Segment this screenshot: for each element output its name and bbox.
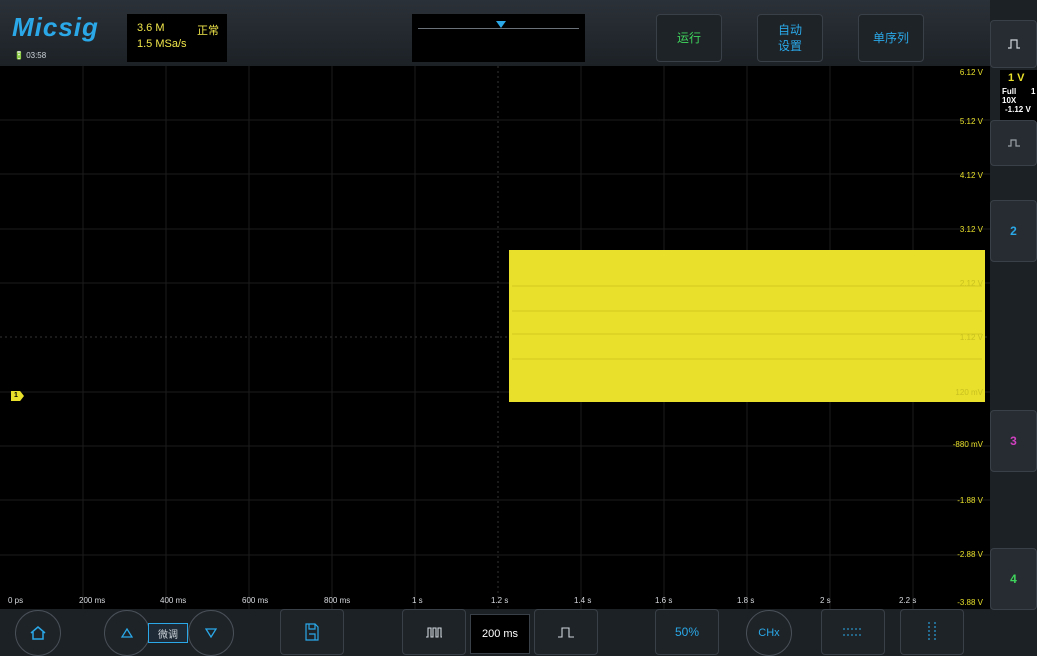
vlabel-8: -1.88 V <box>957 496 983 505</box>
timebase-value[interactable]: 200 ms <box>470 614 530 654</box>
ch4-label: 4 <box>1010 572 1017 586</box>
sample-rate: 1.5 MSa/s <box>137 38 187 50</box>
pulse-train-icon <box>426 627 442 638</box>
ch1-signal-trace <box>509 250 985 402</box>
vertical-cursor-icon <box>928 622 936 642</box>
vlabel-6: 120 mV <box>955 388 983 397</box>
tlabel-7: 1.4 s <box>574 596 592 605</box>
channel-3-button[interactable]: 3 <box>990 410 1037 472</box>
tlabel-5: 1 s <box>412 596 423 605</box>
ch1-scale: 1 V <box>1008 72 1025 84</box>
clock-time: 03:58 <box>26 51 47 60</box>
tlabel-10: 2 s <box>820 596 831 605</box>
waveform-display[interactable] <box>0 66 990 609</box>
tlabel-0: 0 ps <box>8 596 24 605</box>
ch1-marker-label: 1 <box>14 392 18 399</box>
channel-select-label: CHx <box>758 627 780 639</box>
vlabel-7: -880 mV <box>952 440 983 449</box>
home-icon <box>30 626 46 640</box>
run-button[interactable]: 运行 <box>656 14 722 62</box>
channel-2-button[interactable]: 2 <box>990 200 1037 262</box>
vlabel-4: 2.12 V <box>959 279 983 288</box>
vlabel-3: 3.12 V <box>959 225 983 234</box>
save-button[interactable] <box>280 609 344 655</box>
fine-adjust-text: 微调 <box>158 629 178 641</box>
ch1-probe: 10X <box>1002 96 1017 105</box>
vlabel-1: 5.12 V <box>959 117 983 126</box>
memory-depth: 3.6 M <box>137 22 165 34</box>
auto-set-button[interactable]: 自动 设置 <box>757 14 823 62</box>
home-button[interactable] <box>15 610 61 656</box>
vlabel-10: -3.88 V <box>957 598 983 607</box>
auto-set-label-2: 设置 <box>777 39 802 53</box>
clock: 🔋 03:58 <box>14 51 47 60</box>
tlabel-2: 400 ms <box>160 596 187 605</box>
brand-logo: Micsig <box>12 12 99 42</box>
acquisition-info[interactable]: 3.6 M 正常 1.5 MSa/s <box>127 14 227 62</box>
fine-adjust-label[interactable]: 微调 <box>148 623 188 643</box>
timebase-increase-button[interactable] <box>534 609 598 655</box>
waveform-grid <box>0 66 990 609</box>
pulse-icon[interactable] <box>990 20 1037 68</box>
ch3-label: 3 <box>1010 434 1017 448</box>
trigger-50-button[interactable]: 50% <box>655 609 719 655</box>
channel-select-button[interactable]: CHx <box>746 610 792 656</box>
tlabel-4: 800 ms <box>324 596 351 605</box>
horizontal-cursor-button[interactable] <box>821 609 885 655</box>
channel-1-button[interactable] <box>990 120 1037 166</box>
trigger-50-label: 50% <box>674 625 700 639</box>
timebase-text: 200 ms <box>481 628 519 640</box>
tlabel-8: 1.6 s <box>655 596 673 605</box>
triangle-down-icon <box>205 628 217 638</box>
tlabel-6: 1.2 s <box>491 596 509 605</box>
timebase-decrease-button[interactable] <box>402 609 466 655</box>
single-sequence-button[interactable]: 单序列 <box>858 14 924 62</box>
ch2-label: 2 <box>1010 224 1017 238</box>
vertical-cursor-button[interactable] <box>900 609 964 655</box>
fine-down-button[interactable] <box>188 610 234 656</box>
trigger-position-marker[interactable] <box>496 21 506 28</box>
tlabel-1: 200 ms <box>79 596 106 605</box>
fine-up-button[interactable] <box>104 610 150 656</box>
channel-1-info[interactable]: 1 V Full 1 10X -1.12 V <box>1000 70 1037 122</box>
triangle-up-icon <box>121 628 133 638</box>
channel-4-button[interactable]: 4 <box>990 548 1037 610</box>
vlabel-9: -2.88 V <box>957 550 983 559</box>
timeline-line <box>418 28 579 29</box>
horizontal-cursor-icon <box>843 628 863 636</box>
ch1-bandwidth-right: 1 <box>1031 87 1036 96</box>
ch1-offset: -1.12 V <box>1005 105 1031 114</box>
tlabel-11: 2.2 s <box>899 596 917 605</box>
ch1-bandwidth: Full <box>1002 87 1017 96</box>
vlabel-2: 4.12 V <box>959 171 983 180</box>
vlabel-5: 1.12 V <box>959 333 983 342</box>
auto-set-label-1: 自动 <box>777 23 802 37</box>
tlabel-3: 600 ms <box>242 596 269 605</box>
acquisition-mode: 正常 <box>197 24 219 37</box>
tlabel-9: 1.8 s <box>737 596 755 605</box>
single-pulse-icon <box>558 627 574 638</box>
memory-timeline[interactable] <box>412 14 585 62</box>
vlabel-0: 6.12 V <box>959 68 983 77</box>
save-icon <box>305 623 319 641</box>
